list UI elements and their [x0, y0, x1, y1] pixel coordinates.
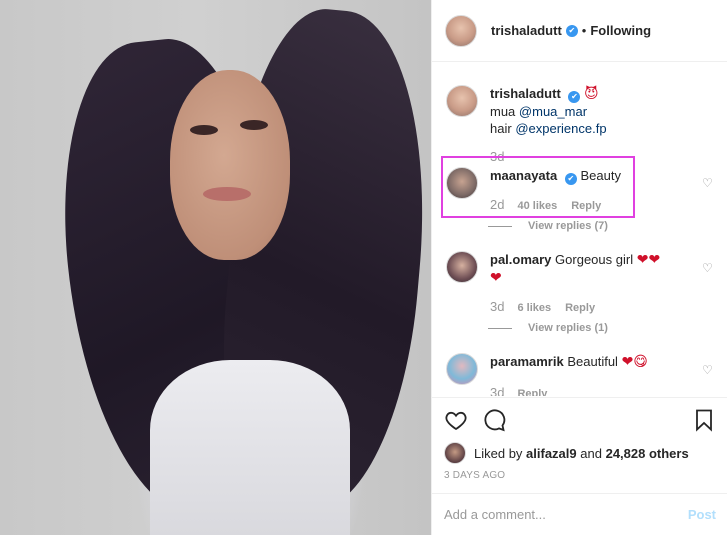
view-replies-line [488, 327, 512, 329]
liker-username[interactable]: alifazal9 [526, 446, 577, 461]
comment-body: Beauty [580, 168, 621, 183]
verified-badge-icon: ✔ [568, 91, 581, 103]
comment-username[interactable]: maanayata [490, 168, 557, 183]
view-replies-label: View replies (7) [528, 220, 608, 232]
author-avatar[interactable] [445, 14, 477, 47]
post-comment-button[interactable]: Post [688, 507, 716, 522]
verified-badge-icon: ✔ [565, 24, 578, 37]
comment-text: paramamrik Beautiful ❤😋 [490, 353, 716, 371]
caption-line2-prefix: hair [490, 121, 512, 136]
post-actions: Liked by alifazal9 and 24,828 others 3 D… [432, 397, 727, 481]
reply-button[interactable]: Reply [565, 302, 595, 314]
post-photo[interactable] [0, 0, 442, 535]
view-replies-label: View replies (1) [528, 322, 608, 334]
post-side-panel: trishaladutt ✔ • Following trishaladutt … [431, 0, 727, 535]
caption-avatar[interactable] [446, 85, 478, 117]
post-time-ago[interactable]: 3 DAYS AGO [444, 470, 716, 481]
reply-button[interactable]: Reply [571, 200, 601, 212]
view-replies-line [488, 225, 512, 227]
comment-text: pal.omary Gorgeous girl ❤❤❤ [490, 251, 670, 287]
liked-by-others[interactable]: 24,828 others [606, 446, 689, 461]
caption-username[interactable]: trishaladutt [490, 86, 561, 101]
caption: trishaladutt ✔ 😈 mua @mua_mar hair @expe… [446, 85, 716, 164]
reply-button[interactable]: Reply [517, 388, 547, 396]
view-replies-button[interactable]: View replies (1) [488, 322, 608, 334]
liked-by-prefix: Liked by [474, 445, 523, 461]
photo-lips [203, 187, 251, 201]
comment-likes[interactable]: 6 likes [517, 302, 551, 314]
comments-list[interactable]: trishaladutt ✔ 😈 mua @mua_mar hair @expe… [432, 63, 727, 396]
comment-text: maanayata ✔ Beauty [490, 167, 716, 185]
header-text: trishaladutt ✔ • Following [491, 23, 651, 38]
action-icons [444, 398, 716, 442]
comment-icon[interactable] [482, 408, 506, 432]
comment-item: pal.omary Gorgeous girl ❤❤❤ 3d 6 likes R… [446, 251, 716, 314]
liked-by-conj: and [580, 445, 602, 461]
comment-avatar[interactable] [446, 353, 478, 385]
photo-garment [150, 360, 350, 535]
add-comment-input[interactable] [444, 507, 688, 522]
comment-item: maanayata ✔ Beauty 2d 40 likes Reply [446, 167, 716, 212]
add-comment-bar: Post [432, 493, 727, 535]
comment-like-heart-icon[interactable]: ♡ [702, 177, 714, 189]
comment-age[interactable]: 3d [490, 385, 504, 396]
view-replies-button[interactable]: View replies (7) [488, 220, 608, 232]
following-button[interactable]: Following [590, 23, 651, 38]
post-header: trishaladutt ✔ • Following [432, 0, 727, 62]
author-username[interactable]: trishaladutt [491, 23, 562, 38]
photo-face [170, 70, 290, 260]
caption-age[interactable]: 3d [490, 149, 504, 164]
comment-age[interactable]: 2d [490, 197, 504, 212]
liked-by: Liked by alifazal9 and 24,828 others [444, 442, 716, 464]
bookmark-icon[interactable] [692, 408, 716, 432]
comment-body: Beautiful [567, 354, 618, 369]
liker-avatar[interactable] [444, 442, 466, 464]
comment-like-heart-icon[interactable]: ♡ [702, 262, 714, 274]
emoji-icon: ❤😋 [621, 354, 648, 370]
comment-item: paramamrik Beautiful ❤😋 3d Reply [446, 353, 716, 396]
comment-avatar[interactable] [446, 251, 478, 283]
comment-avatar[interactable] [446, 167, 478, 199]
mention-link-hair[interactable]: @experience.fp [515, 121, 606, 136]
heart-icon[interactable] [444, 408, 468, 432]
caption-line1-prefix: mua [490, 104, 516, 119]
liked-by-text: Liked by alifazal9 and 24,828 others [474, 446, 689, 461]
comment-like-heart-icon[interactable]: ♡ [702, 364, 714, 376]
mention-link-mua[interactable]: @mua_mar [519, 104, 587, 119]
comment-username[interactable]: pal.omary [490, 252, 551, 267]
devil-emoji-icon: 😈 [584, 86, 599, 102]
caption-text: trishaladutt ✔ 😈 mua @mua_mar hair @expe… [490, 85, 716, 137]
separator-dot: • [581, 23, 587, 38]
comment-body: Gorgeous girl [555, 252, 634, 267]
verified-badge-icon: ✔ [564, 173, 577, 185]
comment-age[interactable]: 3d [490, 299, 504, 314]
comment-likes[interactable]: 40 likes [517, 200, 557, 212]
photo-eye-left [190, 125, 218, 135]
photo-eye-right [240, 120, 268, 130]
comment-username[interactable]: paramamrik [490, 354, 564, 369]
